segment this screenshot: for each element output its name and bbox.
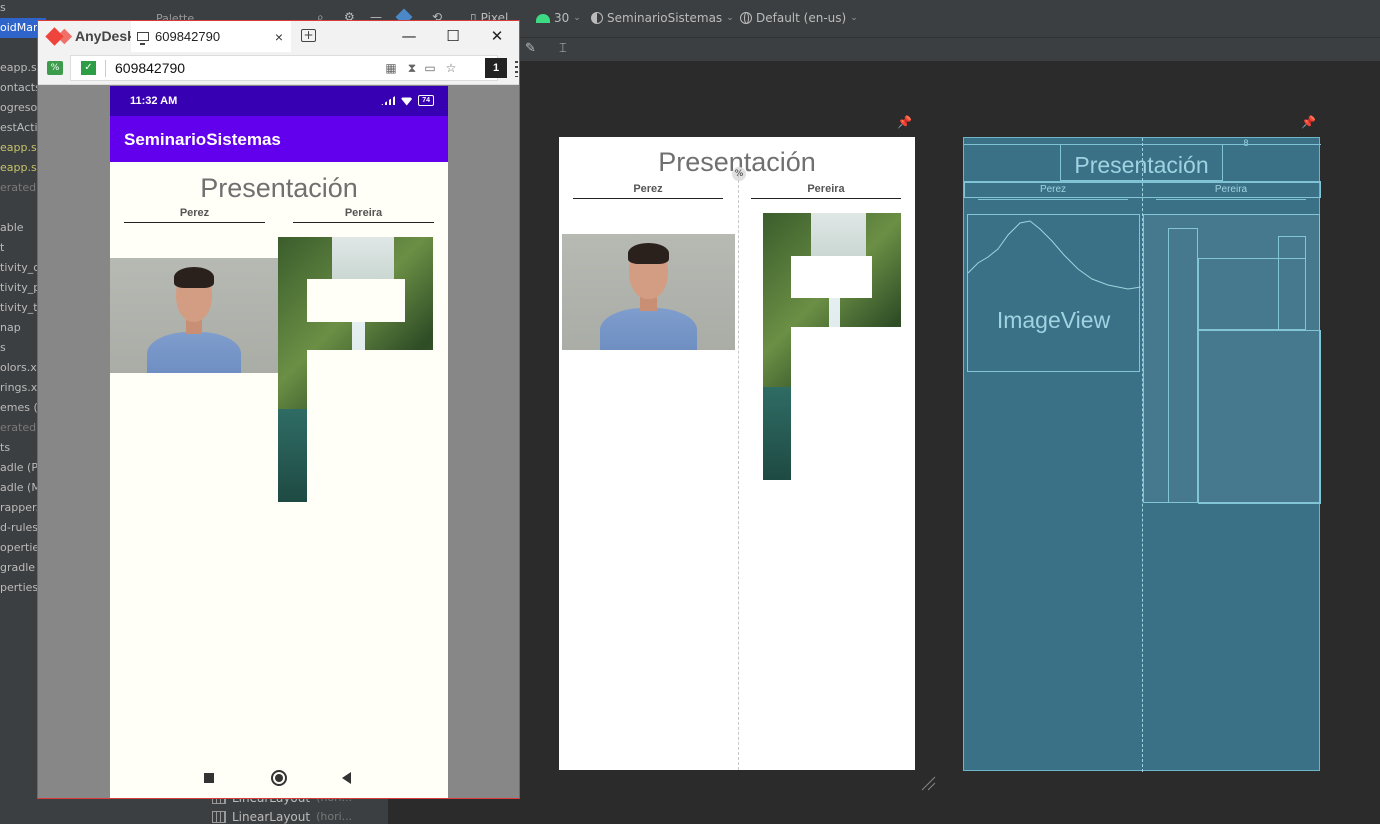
app-title: SeminarioSistemas — [124, 130, 281, 149]
menu-dots-icon[interactable] — [515, 61, 518, 77]
underline-right — [293, 222, 434, 223]
back-button[interactable] — [342, 772, 351, 784]
project-tree-item[interactable]: nap — [0, 318, 21, 338]
magic-wand-icon[interactable]: ✎ — [525, 42, 539, 56]
display-icon[interactable]: ▦ — [384, 61, 398, 75]
project-tree-item[interactable]: perties — [0, 578, 38, 598]
underline-left — [573, 198, 723, 199]
tree-row[interactable]: LinearLayout (hori... — [212, 808, 352, 824]
pin-icon[interactable]: 📌 — [897, 115, 912, 129]
project-tree-item[interactable]: s — [0, 0, 6, 18]
bp-name-left: Perez — [1039, 184, 1067, 195]
session-tab[interactable]: 609842790 × — [131, 21, 291, 52]
android-icon — [536, 13, 550, 23]
home-button[interactable] — [271, 770, 287, 786]
name-left: Perez — [179, 207, 210, 219]
chevron-down-icon: ⌄ — [726, 13, 734, 23]
battery-icon: 74 — [418, 95, 434, 106]
project-tree-item[interactable]: tivity_p — [0, 278, 40, 298]
project-tree-item[interactable]: rapper. — [0, 498, 39, 518]
baseline-icon[interactable]: ⌶ — [559, 42, 573, 56]
locale-dropdown[interactable]: Default (en-us) ⌄ — [740, 11, 858, 25]
bp-imageview-right[interactable] — [1143, 214, 1321, 504]
underline-left — [124, 222, 265, 223]
underline-right — [751, 198, 901, 199]
favorite-star-icon[interactable]: ☆ — [444, 61, 458, 75]
name-right: Pereira — [807, 183, 845, 195]
close-window-button[interactable]: ✕ — [487, 26, 507, 46]
clipboard-icon[interactable]: ▭ — [423, 61, 437, 75]
anydesk-window: AnyDesk 609842790 × + — ☐ ✕ % ✓ 60984279… — [37, 20, 520, 799]
close-tab-icon[interactable]: × — [275, 29, 283, 45]
address-field[interactable]: ✓ 609842790 ▦ ⧗ ▭ ☆ — [70, 55, 498, 81]
project-tree-item[interactable]: t — [0, 238, 4, 258]
signal-icon — [381, 96, 396, 105]
anydesk-addressbar: % ✓ 609842790 ▦ ⧗ ▭ ☆ — [38, 52, 519, 85]
api-level-dropdown[interactable]: 30 ⌄ — [536, 11, 581, 25]
person-photo[interactable] — [562, 234, 735, 350]
design-preview[interactable]: Presentación % Perez Pereira — [559, 137, 915, 770]
anydesk-titlebar[interactable]: AnyDesk 609842790 × + — ☐ ✕ — [38, 21, 519, 52]
maximize-button[interactable]: ☐ — [443, 26, 463, 46]
chevron-down-icon: ⌄ — [573, 13, 581, 23]
pin-icon[interactable]: 📌 — [1301, 115, 1316, 129]
bp-image-label: ImageView — [996, 307, 1111, 333]
linear-layout-icon — [212, 811, 226, 823]
chevron-down-icon: ⌄ — [850, 13, 858, 23]
hourglass-icon[interactable]: ⧗ — [405, 61, 419, 75]
navigation-bar — [110, 758, 448, 798]
globe-icon — [740, 12, 752, 24]
bp-imageview-left[interactable] — [967, 214, 1142, 372]
status-bar: 11:32 AM 74 — [110, 86, 448, 116]
wifi-icon — [400, 97, 414, 106]
project-tree-item[interactable]: opertie — [0, 538, 39, 558]
bp-image-placeholder-icon — [967, 220, 1142, 290]
status-time: 11:32 AM — [130, 95, 178, 107]
project-tree-item[interactable]: tivity_c — [0, 258, 39, 278]
theme-dropdown[interactable]: SeminarioSistemas ⌄ — [591, 11, 734, 25]
monitor-icon — [137, 32, 149, 45]
session-count-badge[interactable]: 1 — [485, 58, 507, 78]
project-tree-item[interactable]: tivity_t — [0, 298, 38, 318]
recents-button[interactable] — [204, 773, 214, 783]
guideline-percent-marker[interactable]: % — [732, 167, 746, 181]
project-tree-item[interactable]: ts — [0, 438, 10, 458]
resize-handle-icon[interactable] — [920, 775, 936, 791]
project-tree-item[interactable]: erated) — [0, 418, 40, 438]
vertical-guideline[interactable] — [738, 175, 739, 770]
verified-check-icon: ✓ — [81, 61, 96, 75]
connection-status-icon[interactable]: % — [47, 61, 63, 75]
project-tree-item[interactable]: erated) — [0, 178, 40, 198]
address-text: 609842790 — [115, 60, 186, 76]
theme-icon — [591, 12, 603, 24]
project-tree-item[interactable]: s — [0, 338, 6, 358]
new-tab-icon[interactable]: + — [301, 29, 316, 42]
name-right: Pereira — [344, 207, 383, 219]
project-tree-item[interactable]: ontacts — [0, 78, 41, 98]
minimize-button[interactable]: — — [399, 26, 419, 46]
waterfall-photo — [278, 237, 433, 502]
waterfall-photo[interactable] — [763, 213, 901, 480]
person-photo — [110, 258, 278, 373]
name-left: Perez — [633, 183, 663, 195]
bp-margin-number: 8 — [1243, 138, 1249, 148]
anydesk-logo-icon — [45, 26, 64, 46]
project-tree-item[interactable]: able — [0, 218, 24, 238]
bp-name-right: Pereira — [1214, 184, 1248, 195]
remote-phone-screen[interactable]: 11:32 AM 74 SeminarioSistemas Presentaci… — [110, 86, 448, 798]
project-tree-item[interactable]: ogreso — [0, 98, 37, 118]
anydesk-logo: AnyDesk — [44, 26, 135, 46]
blueprint-preview[interactable]: Presentación 8 Perez Pereira ImageView — [963, 137, 1321, 772]
app-bar: SeminarioSistemas — [110, 116, 448, 162]
page-title: Presentación — [200, 173, 358, 203]
